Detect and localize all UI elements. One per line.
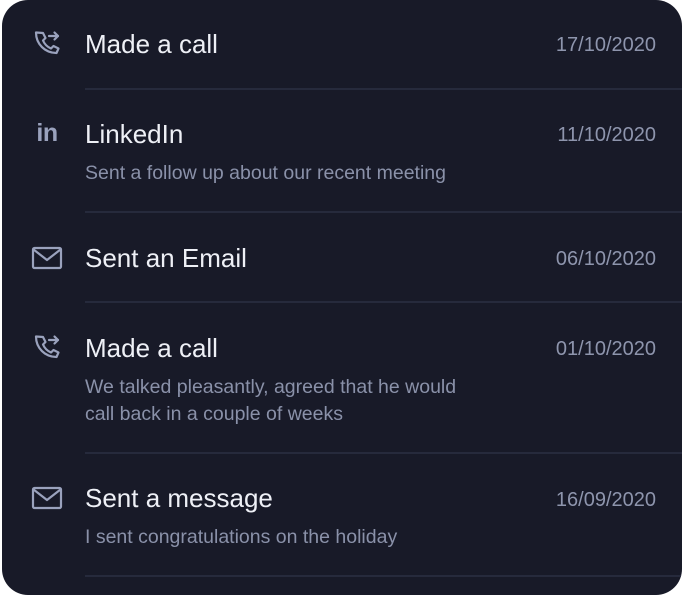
activity-item[interactable]: Made a call 17/10/2020 <box>2 0 682 90</box>
activity-card: Made a call 17/10/2020 in LinkedIn 11/10… <box>2 0 682 595</box>
phone-forward-icon <box>30 28 64 58</box>
activity-date: 11/10/2020 <box>557 124 656 146</box>
mail-icon <box>30 243 64 273</box>
mail-icon <box>30 483 64 513</box>
activity-title: Sent a message <box>85 483 273 513</box>
activity-item[interactable]: Made a call 01/10/2020 We talked pleasan… <box>2 303 682 455</box>
activity-description: Sent a follow up about our recent meetin… <box>85 162 446 184</box>
activity-title: LinkedIn <box>85 119 184 149</box>
activity-date: 17/10/2020 <box>555 34 656 56</box>
activity-description: We talked pleasantly, agreed that he wou… <box>85 376 457 425</box>
activity-item[interactable]: Sent a message 16/09/2020 I sent congrat… <box>2 454 682 578</box>
activity-date: 16/09/2020 <box>555 489 656 511</box>
activity-item[interactable]: in LinkedIn 11/10/2020 Sent a follow up … <box>2 90 682 212</box>
phone-forward-icon <box>30 332 64 362</box>
activity-date: 06/10/2020 <box>555 248 656 270</box>
divider <box>85 575 682 577</box>
activity-item[interactable]: Sent an Email 06/10/2020 <box>2 213 682 303</box>
activity-date: 01/10/2020 <box>555 338 656 360</box>
activity-title: Sent an Email <box>85 243 247 273</box>
linkedin-icon: in <box>36 118 58 147</box>
activity-title: Made a call <box>85 29 218 59</box>
activity-description: I sent congratulations on the holiday <box>85 526 398 548</box>
activity-title: Made a call <box>85 333 218 363</box>
